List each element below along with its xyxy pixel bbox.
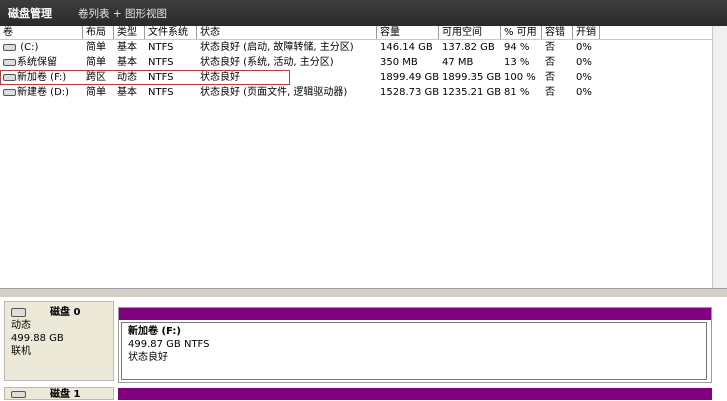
graphical-view: 磁盘 0 动态 499.88 GB 联机 新加卷 (F:) 499.87 GB … <box>0 297 727 400</box>
disk0-name: 磁盘 0 <box>50 307 81 318</box>
disk0-type: 动态 <box>11 320 31 331</box>
table-row[interactable]: 新建卷 (D:) 简单 基本 NTFS 状态良好 (页面文件, 逻辑驱动器) 1… <box>0 85 727 100</box>
disk1-info[interactable]: 磁盘 1 <box>4 387 114 400</box>
view-mode-label[interactable]: 卷列表 + 图形视图 <box>78 6 167 21</box>
volume-status: 状态良好 <box>128 352 168 363</box>
column-header-overhead[interactable]: 开销 <box>573 26 600 39</box>
disk0-size: 499.88 GB <box>11 333 64 344</box>
volume-inner: 新加卷 (F:) 499.87 GB NTFS 状态良好 <box>121 322 707 380</box>
disk1-name: 磁盘 1 <box>50 389 81 400</box>
table-row[interactable]: (C:) 简单 基本 NTFS 状态良好 (启动, 故障转储, 主分区) 146… <box>0 40 727 55</box>
column-header-filesystem[interactable]: 文件系统 <box>145 26 197 39</box>
column-header-capacity[interactable]: 容量 <box>377 26 439 39</box>
disk1-volume-bar[interactable] <box>118 388 712 400</box>
disk-icon <box>3 73 16 81</box>
column-header-free-space[interactable]: 可用空间 <box>439 26 501 39</box>
disk-icon <box>3 58 16 66</box>
disk-icon <box>11 390 26 398</box>
column-header-status[interactable]: 状态 <box>197 26 377 39</box>
volume-name: 新加卷 (F:) <box>128 326 181 337</box>
disk0-info[interactable]: 磁盘 0 动态 499.88 GB 联机 <box>4 301 114 381</box>
disk-icon <box>11 307 26 317</box>
volume-size: 499.87 GB NTFS <box>128 339 210 350</box>
disk-icon <box>3 88 16 96</box>
table-row[interactable]: 系统保留 简单 基本 NTFS 状态良好 (系统, 活动, 主分区) 350 M… <box>0 55 727 70</box>
column-header-fault-tolerance[interactable]: 容错 <box>542 26 573 39</box>
disk-icon <box>3 43 16 51</box>
title-bar: 磁盘管理 卷列表 + 图形视图 <box>0 0 727 26</box>
app-title: 磁盘管理 <box>8 7 52 20</box>
column-header-type[interactable]: 类型 <box>114 26 145 39</box>
volume-list-header: 卷 布局 类型 文件系统 状态 容量 可用空间 % 可用 容错 开销 <box>0 26 727 40</box>
volume-color-bar <box>119 308 711 320</box>
disk0-volume-block[interactable]: 新加卷 (F:) 499.87 GB NTFS 状态良好 <box>118 307 712 383</box>
column-header-layout[interactable]: 布局 <box>83 26 114 39</box>
column-header-volume[interactable]: 卷 <box>0 26 83 39</box>
disk0-state: 联机 <box>11 346 31 357</box>
table-row-selected[interactable]: 新加卷 (F:) 跨区 动态 NTFS 状态良好 <box>0 70 290 85</box>
column-header-percent-free[interactable]: % 可用 <box>501 26 542 39</box>
